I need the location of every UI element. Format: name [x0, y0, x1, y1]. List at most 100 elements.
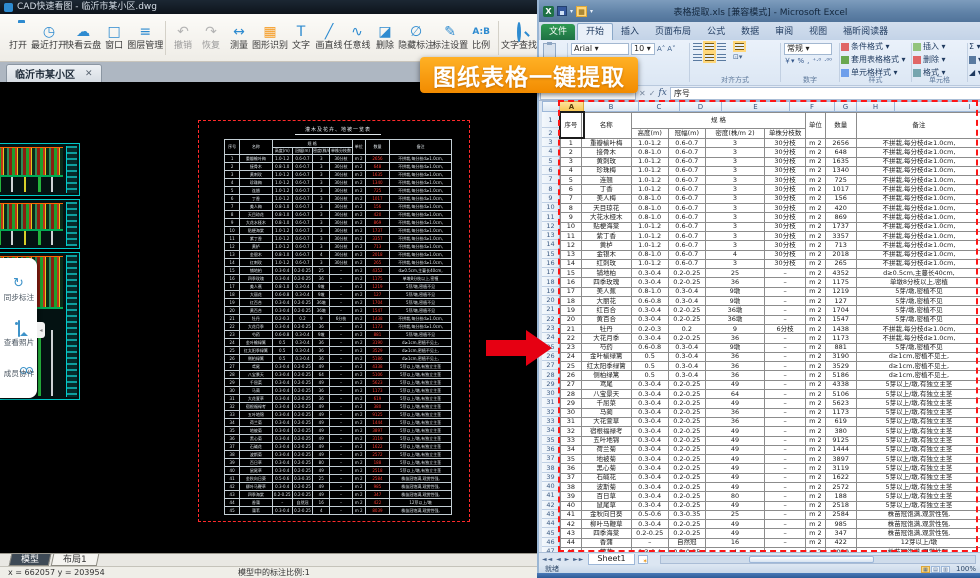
toolbar-draw-line-button[interactable]: ╱画直线 [315, 16, 343, 60]
cell[interactable]: 0.3-0.4 [631, 501, 668, 510]
scrollbar-thumb[interactable] [749, 556, 875, 563]
header-density[interactable]: 密度(株/m 2) [706, 129, 765, 139]
cell[interactable]: 29 [561, 399, 582, 408]
row-header-12[interactable]: 12 [542, 222, 560, 231]
cell[interactable]: 27 [561, 380, 582, 389]
row-header-10[interactable]: 10 [542, 203, 560, 212]
cell[interactable]: 3190 [825, 352, 856, 361]
row-header-43[interactable]: 43 [542, 510, 560, 519]
cell[interactable]: m 2 [806, 492, 825, 501]
cell[interactable]: 黑心菊 [581, 464, 631, 473]
toolbar-shape-recognition-button[interactable]: ▦图形识别 [253, 16, 287, 60]
align-right-icon[interactable] [717, 54, 726, 61]
cell[interactable]: 30分枝 [764, 222, 805, 231]
cell[interactable]: 0.5 [631, 362, 668, 371]
cell[interactable]: 49 [706, 436, 765, 445]
row-header-7[interactable]: 7 [542, 175, 560, 184]
cell[interactable]: 1.0-1.2 [631, 259, 668, 268]
cell[interactable]: 648 [825, 148, 856, 157]
cell[interactable]: 49 [706, 501, 765, 510]
cell[interactable]: 30 [561, 408, 582, 417]
cell[interactable]: m 2 [806, 482, 825, 491]
cell[interactable]: 16 [706, 538, 765, 547]
cell[interactable]: m 2 [806, 231, 825, 240]
cell[interactable]: 713 [825, 241, 856, 250]
comma-style-icon[interactable]: , [807, 57, 809, 65]
row-header-15[interactable]: 15 [542, 250, 560, 259]
cell[interactable]: 0.2-0.25 [668, 520, 705, 529]
toolbar-annotation-settings-button[interactable]: ✎标注设置 [433, 16, 467, 60]
cell[interactable]: 0.3-0.4 [631, 417, 668, 426]
cell[interactable]: m 2 [806, 297, 825, 306]
cell[interactable]: 30分枝 [764, 139, 805, 148]
cell[interactable]: 接骨木 [581, 148, 631, 157]
cell[interactable]: 0.2-0.25 [668, 306, 705, 315]
cell[interactable]: 0.6-0.7 [668, 157, 705, 166]
cell[interactable]: 0.5 [631, 352, 668, 361]
cell[interactable]: 0.3-0.4 [631, 306, 668, 315]
cell[interactable]: 0.6-0.7 [668, 204, 705, 213]
cell[interactable]: 1.0-1.2 [631, 185, 668, 194]
row-header-38[interactable]: 38 [542, 463, 560, 472]
cell[interactable]: 16 [561, 278, 582, 287]
cell[interactable]: 49 [706, 482, 765, 491]
increase-decimal-icon[interactable]: ⁺·⁰ [812, 57, 821, 65]
style-button-1[interactable]: 条件格式 ▾ [841, 40, 910, 53]
row-header-30[interactable]: 30 [542, 389, 560, 398]
cell[interactable]: 0.2-0.25 [668, 427, 705, 436]
toolbar-text-button[interactable]: T文字 [287, 16, 315, 60]
cell[interactable]: 3 [706, 213, 765, 222]
toolbar-text-search-button[interactable]: 文字查找 [502, 16, 536, 60]
cell[interactable]: 1.0-1.2 [631, 231, 668, 240]
cell[interactable]: 26 [561, 371, 582, 380]
cell[interactable]: 0.2 [668, 324, 705, 333]
cell[interactable]: 不拼栽,每分枝d≥1.0cm, [856, 259, 980, 268]
align-bottom-icon[interactable] [717, 43, 726, 50]
cell[interactable]: – [764, 529, 805, 538]
cell[interactable]: 1622 [825, 473, 856, 482]
align-top-icon[interactable] [693, 43, 702, 50]
cell[interactable]: 1173 [825, 408, 856, 417]
cell[interactable]: – [764, 362, 805, 371]
cell[interactable]: 30分枝 [764, 148, 805, 157]
cell[interactable]: 1.0-1.2 [631, 176, 668, 185]
cell[interactable]: 0.8-1.0 [631, 194, 668, 203]
cell[interactable]: 3 [706, 231, 765, 240]
row-header-37[interactable]: 37 [542, 454, 560, 463]
cell[interactable]: 4 [706, 250, 765, 259]
cell[interactable]: – [764, 287, 805, 296]
cell[interactable]: m 2 [806, 213, 825, 222]
cell[interactable]: 422 [825, 538, 856, 547]
grow-font-icon[interactable]: A˄ [657, 45, 665, 54]
cell[interactable]: 不拼栽,每分枝d≥1.0cm, [856, 166, 980, 175]
cell[interactable]: 0.3-0.4 [631, 380, 668, 389]
align-center-icon[interactable] [705, 54, 714, 61]
row-header-9[interactable]: 9 [542, 194, 560, 203]
cell[interactable]: 5芽/墩,密植不见 [856, 287, 980, 296]
cell[interactable]: 43 [561, 529, 582, 538]
toolbar-undo-button[interactable]: ↶撤销 [169, 16, 197, 60]
cell[interactable]: 1438 [825, 324, 856, 333]
header-no[interactable]: 序号 [561, 113, 582, 139]
cell[interactable]: – [764, 501, 805, 510]
cell[interactable]: m 2 [806, 510, 825, 519]
row-header-40[interactable]: 40 [542, 482, 560, 491]
row-header-28[interactable]: 28 [542, 370, 560, 379]
font-size-select[interactable]: 10 ▾ [631, 43, 655, 55]
cell[interactable]: 2518 [825, 501, 856, 510]
select-all-corner[interactable] [542, 101, 560, 112]
cell[interactable]: 1547 [825, 315, 856, 324]
cell[interactable]: 1.0-1.2 [631, 139, 668, 148]
row-header-19[interactable]: 19 [542, 287, 560, 296]
cell[interactable]: 5芽以上/墩,有独立主茎 [856, 492, 980, 501]
cells-button-2[interactable]: 删除 ▾ [913, 53, 966, 66]
cell[interactable]: 3 [706, 259, 765, 268]
row-header-16[interactable]: 16 [542, 259, 560, 268]
header-branches[interactable]: 单株分枝数 [764, 129, 805, 139]
cell[interactable]: 30分枝 [764, 194, 805, 203]
enter-icon[interactable]: ✓ [649, 89, 656, 98]
cell[interactable]: 0.2-0.25 [668, 464, 705, 473]
column-header-A[interactable]: A [560, 101, 584, 112]
zoom-level[interactable]: 100% [956, 565, 976, 573]
cell[interactable]: 不拼栽,每分枝d≥1.0cm, [856, 241, 980, 250]
